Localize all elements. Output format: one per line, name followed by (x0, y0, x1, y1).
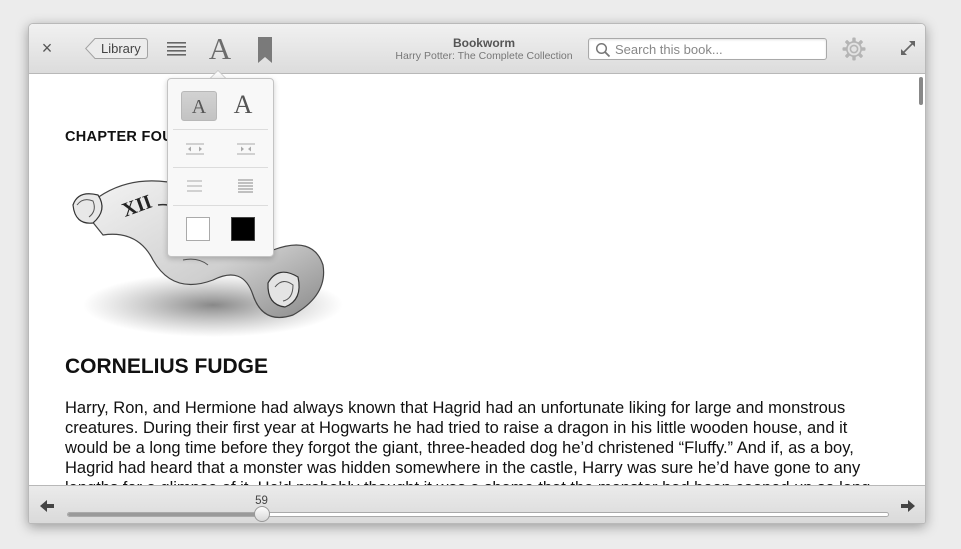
navigation-bar: 59 (29, 485, 925, 523)
popover-divider (173, 205, 268, 206)
reader-window: × Library A Bookworm Harry Potter: The C… (28, 23, 926, 524)
title-area: Bookworm Harry Potter: The Complete Coll… (369, 36, 599, 63)
reading-progress-slider[interactable]: 59 (67, 495, 889, 522)
decrease-margin-icon[interactable] (185, 141, 205, 157)
app-title: Bookworm (452, 36, 515, 50)
search-input[interactable] (615, 41, 820, 57)
previous-page-button[interactable] (39, 498, 55, 514)
arrow-right-icon (901, 500, 915, 512)
chapter-text: Harry, Ron, and Hermione had always know… (65, 399, 875, 485)
search-field[interactable] (588, 38, 827, 60)
dark-theme-button[interactable] (231, 217, 255, 241)
book-page[interactable]: CHAPTER FOUR XII CORNELIUS FUDGE Harry, … (29, 75, 925, 485)
fullscreen-button[interactable] (900, 40, 916, 56)
progress-fill (68, 513, 262, 516)
preferences-button[interactable] (842, 37, 866, 61)
fullscreen-icon (901, 41, 915, 55)
search-icon (595, 42, 611, 58)
font-settings-button[interactable]: A (207, 32, 233, 66)
gear-icon (842, 37, 866, 61)
library-button[interactable]: Library (85, 38, 148, 59)
progress-handle[interactable] (253, 506, 270, 522)
chapter-label: CHAPTER FOUR (65, 129, 184, 145)
close-button[interactable]: × (39, 38, 55, 58)
next-page-button[interactable] (900, 498, 916, 514)
light-theme-button[interactable] (186, 217, 210, 241)
chapter-title: CORNELIUS FUDGE (65, 355, 269, 378)
line-spacing-narrow-icon[interactable] (236, 178, 256, 194)
bookmark-icon (258, 37, 272, 63)
increase-margin-icon[interactable] (236, 141, 256, 157)
font-settings-popover: A A (167, 78, 274, 257)
increase-font-button[interactable]: A (228, 89, 258, 121)
popover-divider (173, 129, 268, 130)
vertical-scrollbar[interactable] (919, 77, 923, 105)
table-of-contents-button[interactable] (166, 39, 188, 59)
line-spacing-wide-icon[interactable] (185, 178, 205, 194)
headerbar: × Library A Bookworm Harry Potter: The C… (29, 24, 925, 74)
book-subtitle: Harry Potter: The Complete Collection (395, 50, 573, 62)
decrease-font-button[interactable]: A (181, 91, 217, 121)
popover-divider (173, 167, 268, 168)
arrow-left-icon (40, 500, 54, 512)
bookmark-button[interactable] (258, 37, 272, 63)
list-icon (167, 42, 186, 56)
library-label: Library (101, 41, 141, 56)
